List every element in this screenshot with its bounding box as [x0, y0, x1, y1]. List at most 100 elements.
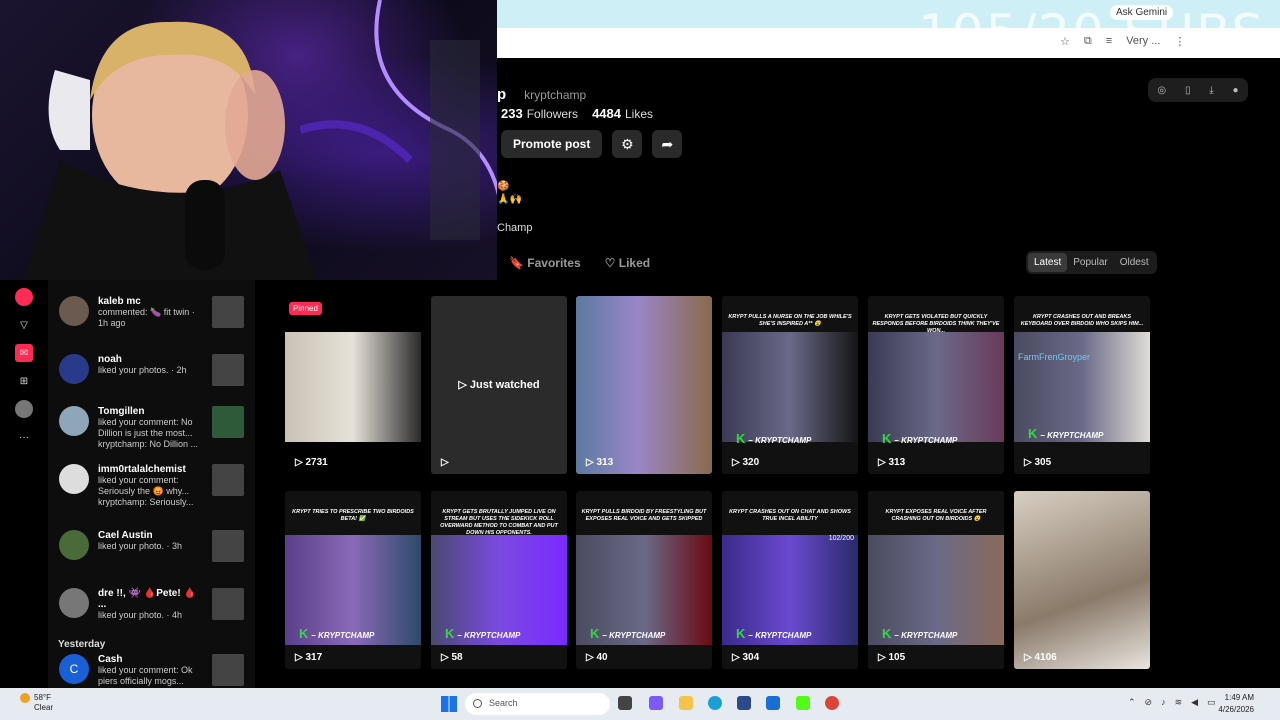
brand-watermark: K – KRYPTCHAMP: [882, 626, 958, 641]
post-thumbnail[interactable]: [212, 406, 244, 438]
post-thumbnail[interactable]: [212, 530, 244, 562]
share-icon[interactable]: ➦: [652, 130, 683, 158]
sun-icon: [20, 693, 30, 703]
more-menu-icon[interactable]: ⋮: [1174, 35, 1185, 48]
promote-post-button[interactable]: Promote post: [501, 130, 603, 158]
battery-icon[interactable]: ▭: [1207, 697, 1216, 708]
download-icon[interactable]: ⤓: [1209, 85, 1213, 96]
brand-watermark: K – KRYPTCHAMP: [736, 626, 812, 641]
list-icon[interactable]: ≡: [1106, 35, 1112, 48]
list-item[interactable]: dre !!, 👾 🩸Pete! 🩸 ... liked your photo. …: [56, 588, 251, 638]
sort-popular[interactable]: Popular: [1067, 253, 1113, 272]
video-caption: KRYPT GETS BRUTALLY JUMPED LIVE ON STREA…: [440, 509, 558, 536]
activity-panel: kaleb mc commented: 🍆 fit twin · 1h ago no…: [48, 280, 255, 688]
avatar: [59, 530, 89, 560]
profile-tools: ◎ ▯ ⤓ ●: [1148, 78, 1248, 102]
view-count: ▷ 313: [586, 457, 614, 468]
video-tile[interactable]: KRYPT EXPOSES REAL VOICE AFTER CRASHING …: [868, 491, 1004, 669]
avatar[interactable]: ●: [1233, 85, 1239, 96]
sort-latest[interactable]: Latest: [1028, 253, 1068, 272]
post-thumbnail[interactable]: [212, 588, 244, 620]
inbox-icon[interactable]: ✉: [15, 344, 33, 362]
list-item[interactable]: C Cash liked your comment: Ok piers offic…: [56, 654, 251, 688]
tab-favorites[interactable]: 🔖 Favorites: [509, 256, 581, 270]
video-tile[interactable]: KRYPT TRIES TO PRESCRIBE TWO BIRDOIDS BE…: [285, 491, 421, 669]
post-thumbnail[interactable]: [212, 654, 244, 686]
post-thumbnail[interactable]: [212, 296, 244, 328]
edge-icon[interactable]: [708, 696, 722, 710]
network-icon[interactable]: ⊘: [1145, 697, 1153, 708]
volume-icon[interactable]: ◀: [1191, 697, 1198, 708]
list-item[interactable]: imm0rtalalchemist liked your comment: Ser…: [56, 464, 251, 514]
list-item[interactable]: Cael Austin liked your photo. · 3h: [56, 530, 251, 580]
mic-icon[interactable]: ♪: [1161, 697, 1166, 708]
followers-stat[interactable]: 233 Followers: [501, 106, 578, 121]
chevron-up-icon[interactable]: ⌃: [1128, 697, 1136, 708]
list-item[interactable]: Tomgillen liked your comment: No Dillion …: [56, 406, 251, 456]
sub-goal-overlay: 105/20 SUBS: [918, 4, 1266, 62]
video-tile[interactable]: Pinned ▷ 2731: [285, 296, 421, 474]
post-thumbnail[interactable]: [212, 354, 244, 386]
view-count: ▷ 2731: [295, 457, 328, 468]
extensions-icon[interactable]: ⧉: [1084, 35, 1092, 48]
post-thumbnail[interactable]: [212, 464, 244, 496]
video-grid: Pinned ▷ 2731 ▷ Just watched ▷ ▷ 313 KRY…: [260, 288, 1160, 688]
video-caption: KRYPT CRASHES OUT AND BREAKS KEYBOARD OV…: [1020, 314, 1144, 327]
section-heading: Yesterday: [58, 639, 106, 650]
video-tile[interactable]: KRYPT PULLS A NURSE ON THE JOB WHILE'S S…: [722, 296, 858, 474]
progress-badge: 102/200: [828, 535, 854, 542]
ask-gemini-button[interactable]: Ask Gemini: [1110, 5, 1174, 20]
system-tray: ⌃ ⊘ ♪ ≋ ◀ ▭: [1128, 697, 1216, 708]
webcam-overlay: [0, 0, 497, 280]
video-caption: KRYPT PULLS BIRDOID BY FREESTYLING BUT E…: [581, 509, 707, 522]
star-icon[interactable]: ☆: [1060, 35, 1070, 48]
windows-taskbar: 58°F Clear Search ⌃ ⊘ ♪ ≋ ◀ ▭ 1:49 AM 4/2…: [0, 688, 1280, 720]
avatar: C: [59, 654, 89, 684]
video-tile[interactable]: KRYPT CRASHES OUT AND BREAKS KEYBOARD OV…: [1014, 296, 1150, 474]
phone-icon[interactable]: ▯: [1185, 85, 1191, 96]
list-item[interactable]: noah liked your photos. · 2h: [56, 354, 251, 404]
video-tile[interactable]: ▷ 4106: [1014, 491, 1150, 669]
avatar: [59, 406, 89, 436]
task-view-icon[interactable]: [618, 696, 632, 710]
taskbar-search[interactable]: Search: [465, 693, 610, 715]
tab-liked[interactable]: ♡ Liked: [605, 256, 650, 270]
chrome-icon[interactable]: [825, 696, 839, 710]
sort-oldest[interactable]: Oldest: [1114, 253, 1155, 272]
weather-widget[interactable]: 58°F Clear: [20, 693, 53, 713]
video-tile[interactable]: ▷ 313: [576, 296, 712, 474]
profile-chip[interactable]: Very ...: [1126, 35, 1160, 48]
outlook-icon[interactable]: [766, 696, 780, 710]
upload-icon[interactable]: ⊞: [15, 372, 33, 390]
video-tile[interactable]: KRYPT GETS BRUTALLY JUMPED LIVE ON STREA…: [431, 491, 567, 669]
explore-icon[interactable]: ▽: [15, 316, 33, 334]
left-nav-rail: ▽ ✉ ⊞ ···: [0, 280, 48, 688]
wifi-icon[interactable]: ≋: [1175, 697, 1183, 708]
kick-icon[interactable]: [796, 696, 810, 710]
bio-name: Champ: [497, 222, 533, 234]
video-tile[interactable]: KRYPT CRASHES OUT ON CHAT AND SHOWS TRUE…: [722, 491, 858, 669]
neon-light-decor: [300, 0, 497, 240]
overlay-username: FarmFrenGroyper: [1018, 352, 1091, 362]
store-icon[interactable]: [737, 696, 751, 710]
clock[interactable]: 1:49 AM 4/26/2026: [1218, 692, 1254, 716]
copilot-icon[interactable]: [649, 696, 663, 710]
profile-avatar-icon[interactable]: [15, 288, 33, 306]
avatar: [59, 296, 89, 326]
video-caption: KRYPT CRASHES OUT ON CHAT AND SHOWS TRUE…: [729, 509, 851, 522]
video-caption: KRYPT TRIES TO PRESCRIBE TWO BIRDOIDS BE…: [292, 509, 414, 522]
video-tile[interactable]: KRYPT GETS VIOLATED BUT QUICKLY RESPONDS…: [868, 296, 1004, 474]
sort-selector: Latest Popular Oldest: [1026, 251, 1157, 274]
file-explorer-icon[interactable]: [679, 696, 693, 710]
video-caption: KRYPT EXPOSES REAL VOICE AFTER CRASHING …: [885, 509, 987, 522]
brand-watermark: K – KRYPTCHAMP: [445, 626, 521, 641]
profile-icon[interactable]: [15, 400, 33, 418]
more-icon[interactable]: ···: [15, 428, 33, 446]
compass-icon[interactable]: ◎: [1157, 85, 1166, 96]
list-item[interactable]: kaleb mc commented: 🍆 fit twin · 1h ago: [56, 296, 251, 346]
video-tile[interactable]: KRYPT PULLS BIRDOID BY FREESTYLING BUT E…: [576, 491, 712, 669]
settings-icon[interactable]: ⚙: [612, 130, 643, 158]
bio-emojis: 🍪 🙏🙌: [497, 181, 522, 205]
start-button[interactable]: [441, 696, 457, 712]
video-tile[interactable]: ▷ Just watched ▷: [431, 296, 567, 474]
